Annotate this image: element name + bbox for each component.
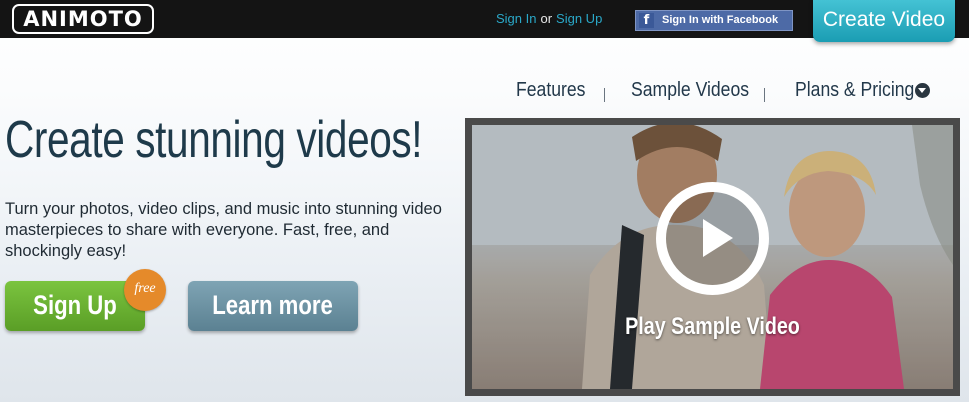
hero-headline: Create stunning videos! (5, 111, 423, 169)
facebook-sign-in-button[interactable]: f Sign In with Facebook (635, 10, 793, 31)
nav-sample-videos[interactable]: Sample Videos (631, 79, 749, 102)
play-icon (703, 219, 733, 257)
auth-links: Sign In or Sign Up (496, 11, 602, 26)
nav-divider (604, 88, 605, 102)
sign-in-link[interactable]: Sign In (496, 11, 536, 26)
top-bar: ANIMOTO Sign In or Sign Up f Sign In with … (0, 0, 969, 42)
facebook-sign-in-label: Sign In with Facebook (662, 14, 779, 26)
or-text: or (540, 11, 553, 26)
learn-more-button[interactable]: Learn more (188, 281, 358, 331)
nav-plans-pricing[interactable]: Plans & Pricing (795, 79, 914, 102)
free-badge: free (124, 269, 166, 311)
sign-up-link[interactable]: Sign Up (556, 11, 602, 26)
facebook-icon: f (639, 13, 654, 28)
play-button[interactable] (656, 182, 769, 295)
animoto-logo[interactable]: ANIMOTO (12, 4, 154, 34)
chevron-down-icon[interactable] (915, 83, 930, 98)
play-sample-video-text: Play Sample Video (625, 313, 800, 340)
hero-subtext: Turn your photos, video clips, and music… (5, 200, 442, 260)
nav-features[interactable]: Features (516, 79, 585, 102)
sample-video-player[interactable]: Play Sample Video (465, 118, 960, 396)
create-video-button[interactable]: Create Video (813, 0, 955, 42)
nav-divider (764, 88, 765, 102)
learn-more-button-label: Learn more (212, 290, 334, 320)
play-sample-video-label[interactable]: Play Sample Video (472, 313, 953, 341)
sign-up-button-label: Sign Up (33, 290, 117, 320)
